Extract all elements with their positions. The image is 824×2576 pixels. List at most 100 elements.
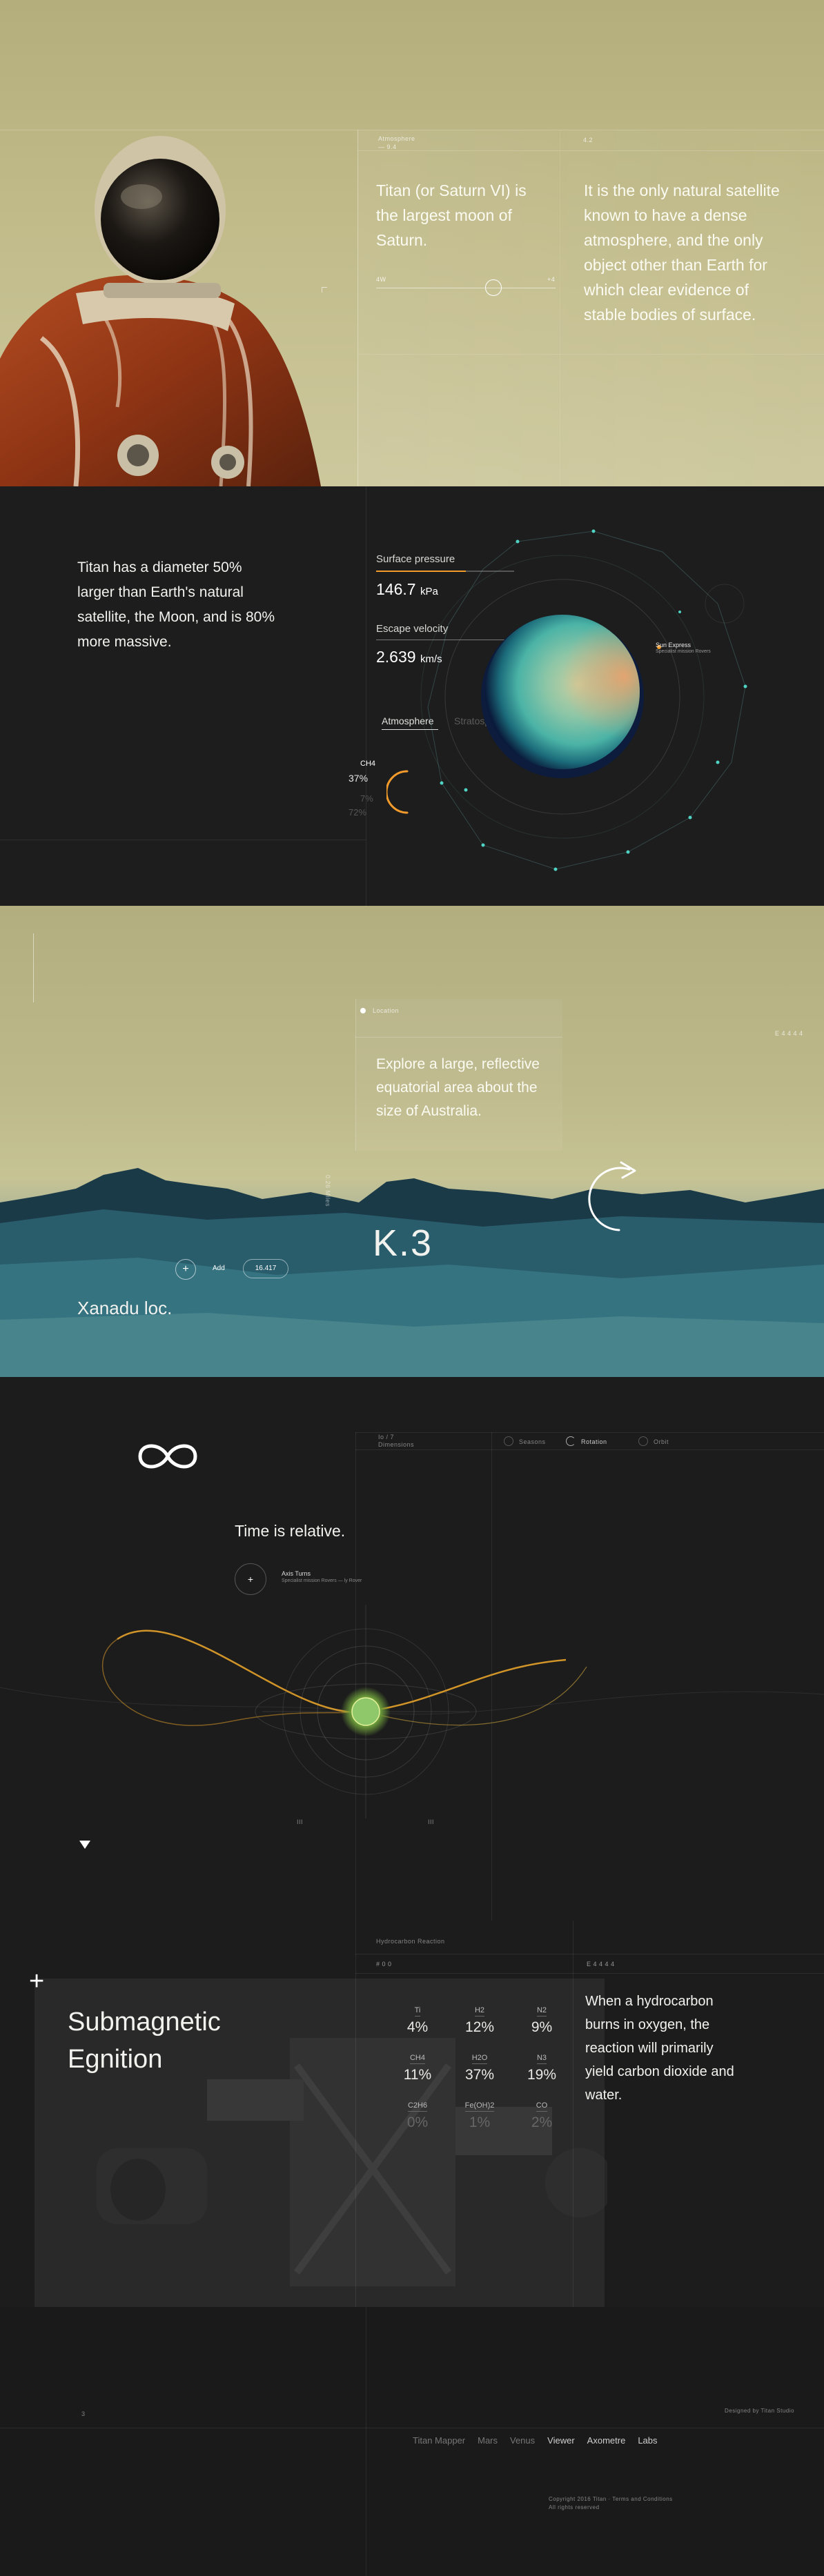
- chemical-row: C2H6 0% Fe(OH)2 1% CO 2%: [386, 2099, 573, 2131]
- location-name: Xanadu loc.: [77, 1298, 173, 1318]
- footer-nav-item[interactable]: Labs: [638, 2435, 657, 2446]
- footer-nav: Titan Mapper Mars Venus Viewer Axometre Labs: [413, 2435, 670, 2447]
- chemical-value: 37%: [464, 2067, 495, 2083]
- titan-planet: [420, 529, 747, 871]
- ignition-section: + Submagnetic Egnition Hydrocarbon React…: [0, 1921, 824, 2307]
- stats-intro: Titan has a diameter 50% larger than Ear…: [77, 559, 275, 650]
- footer-nav-item[interactable]: Titan Mapper: [413, 2435, 465, 2446]
- slider-max: +4: [547, 276, 556, 283]
- chemical-value: 2%: [531, 2114, 553, 2130]
- time-top-label: Io / 7: [378, 1434, 395, 1440]
- hero-slider[interactable]: [376, 279, 556, 296]
- chemical-value: 12%: [464, 2019, 495, 2035]
- chemical-label: Fe(OH)2: [464, 2101, 495, 2112]
- gas-main-value: 37%: [349, 773, 369, 784]
- chemical-label: H2O: [471, 2054, 488, 2064]
- time-top-sublabel: Dimensions: [378, 1441, 415, 1448]
- panel-label: Atmosphere: [378, 135, 415, 142]
- terrain-coordinates: E 4 4 4 4: [775, 1030, 803, 1037]
- chemical-label: CH4: [409, 2054, 425, 2064]
- hero-section: Atmosphere — 9.4 4.2 Titan (or Saturn VI…: [0, 0, 824, 486]
- plus-icon[interactable]: +: [29, 1968, 50, 1994]
- footer-meta: Designed by Titan Studio: [725, 2408, 794, 2414]
- gas-third-value: 72%: [349, 807, 367, 818]
- tab-seasons-icon[interactable]: [504, 1436, 513, 1446]
- infinity-icon: [138, 1444, 197, 1469]
- chemical-label: N3: [536, 2054, 547, 2064]
- footer-nav-item[interactable]: Axometre: [587, 2435, 626, 2446]
- down-arrow-icon[interactable]: [79, 1841, 90, 1849]
- terrain-section: Location E 4 4 4 4 Explore a large, refl…: [0, 906, 824, 1377]
- ignition-description: When a hydrocarbon burns in oxygen, the …: [585, 1994, 734, 2103]
- time-title: Time is relative.: [235, 1522, 346, 1540]
- terrain-description: Explore a large, reflective equatorial a…: [376, 1056, 540, 1119]
- terrain-panel-label: Location: [373, 1007, 400, 1014]
- tab-orbit[interactable]: Orbit: [654, 1438, 669, 1445]
- terrain-illustration: [0, 1168, 824, 1377]
- ignition-right-code: E 4 4 4 4: [587, 1961, 615, 1968]
- chemical-cell: H2O 37%: [449, 2051, 511, 2083]
- tab-rotation-icon[interactable]: [566, 1436, 576, 1446]
- panel-label-2: 4.2: [583, 137, 594, 143]
- chemical-row: CH4 11% H2O 37% N3 19%: [386, 2051, 573, 2083]
- panel-sublabel: — 9.4: [378, 143, 397, 150]
- chemical-label: CO: [536, 2101, 548, 2112]
- rotate-arrow-icon[interactable]: [588, 1161, 643, 1237]
- slider-min: 4W: [376, 276, 386, 283]
- chemical-value: 0%: [406, 2114, 429, 2130]
- chemical-value: 4%: [406, 2019, 429, 2035]
- footer-nav-item[interactable]: Viewer: [547, 2435, 575, 2446]
- chemical-cell: N2 9%: [511, 2003, 573, 2036]
- add-button[interactable]: +: [175, 1259, 196, 1280]
- chemical-label: Ti: [414, 2006, 421, 2017]
- chemical-label: N2: [536, 2006, 547, 2017]
- hero-description: It is the only natural satellite known t…: [584, 181, 780, 324]
- chemical-table: Ti 4% H2 12% N2 9% CH4 11% H2O 37% N3 19% C2H6 0% Fe(O…: [386, 2003, 573, 2146]
- ignition-panel-label: Hydrocarbon Reaction: [376, 1938, 445, 1945]
- chemical-cell: H2 12%: [449, 2003, 511, 2036]
- chemical-value: 1%: [469, 2114, 491, 2130]
- footer-copyright-sub: All rights reserved: [549, 2504, 600, 2510]
- pill-button[interactable]: 16.417: [243, 1259, 288, 1278]
- crosshair-icon: [322, 287, 327, 293]
- chemical-value: 11%: [403, 2067, 432, 2083]
- k-value: K.3: [373, 1222, 433, 1264]
- tab-seasons[interactable]: Seasons: [519, 1438, 546, 1445]
- chemical-cell: CO 2%: [511, 2099, 573, 2131]
- footer-nav-item[interactable]: Venus: [510, 2435, 535, 2446]
- tab-rotation[interactable]: Rotation: [581, 1438, 607, 1445]
- marker-title: Sun Express: [656, 642, 691, 648]
- footer-copyright: Copyright 2016 Titan · Terms and Conditi…: [549, 2496, 673, 2502]
- add-label: Add: [213, 1265, 225, 1272]
- tab-orbit-icon[interactable]: [638, 1436, 648, 1446]
- chemical-value: 19%: [527, 2067, 557, 2083]
- location-dot-icon: [360, 1008, 366, 1013]
- marker-subtitle: Specialist mission Rovers: [656, 649, 711, 654]
- footer: 3 Designed by Titan Studio Titan Mapper M…: [0, 2307, 824, 2576]
- chemical-label: H2: [474, 2006, 485, 2017]
- axis-marker-title: Axis Turns: [282, 1570, 311, 1577]
- gas-second-value: 7%: [360, 793, 373, 804]
- chemical-row: Ti 4% H2 12% N2 9%: [386, 2003, 573, 2036]
- chemical-label: C2H6: [407, 2101, 428, 2112]
- footer-nav-item[interactable]: Mars: [478, 2435, 498, 2446]
- terrain-side-text: 0.26 Miles: [324, 1175, 331, 1207]
- chemical-value: 9%: [531, 2019, 553, 2035]
- astronaut-illustration: [0, 136, 321, 486]
- chemical-cell: Ti 4%: [386, 2003, 449, 2036]
- axis-marker-subtitle: Specialist mission Rovers — ly Rover: [282, 1578, 362, 1583]
- scale-label-b: III: [428, 1819, 435, 1825]
- ignition-title: Submagnetic Egnition: [68, 2008, 221, 2074]
- scale-label-a: III: [297, 1819, 304, 1825]
- slider-handle[interactable]: [485, 279, 502, 296]
- chemical-cell: Fe(OH)2 1%: [449, 2099, 511, 2131]
- chemical-cell: N3 19%: [511, 2051, 573, 2083]
- ignition-panel-code: # 0 0: [376, 1961, 392, 1968]
- footer-counter: 3: [81, 2410, 86, 2417]
- orbit-diagram: [0, 1605, 824, 1819]
- time-section: Io / 7 Dimensions Seasons Rotation Orbit…: [0, 1377, 824, 1921]
- chemical-cell: CH4 11%: [386, 2051, 449, 2083]
- stats-section: Titan has a diameter 50% larger than Ear…: [0, 486, 824, 906]
- chemical-cell: C2H6 0%: [386, 2099, 449, 2131]
- gas-label: CH4: [360, 760, 376, 768]
